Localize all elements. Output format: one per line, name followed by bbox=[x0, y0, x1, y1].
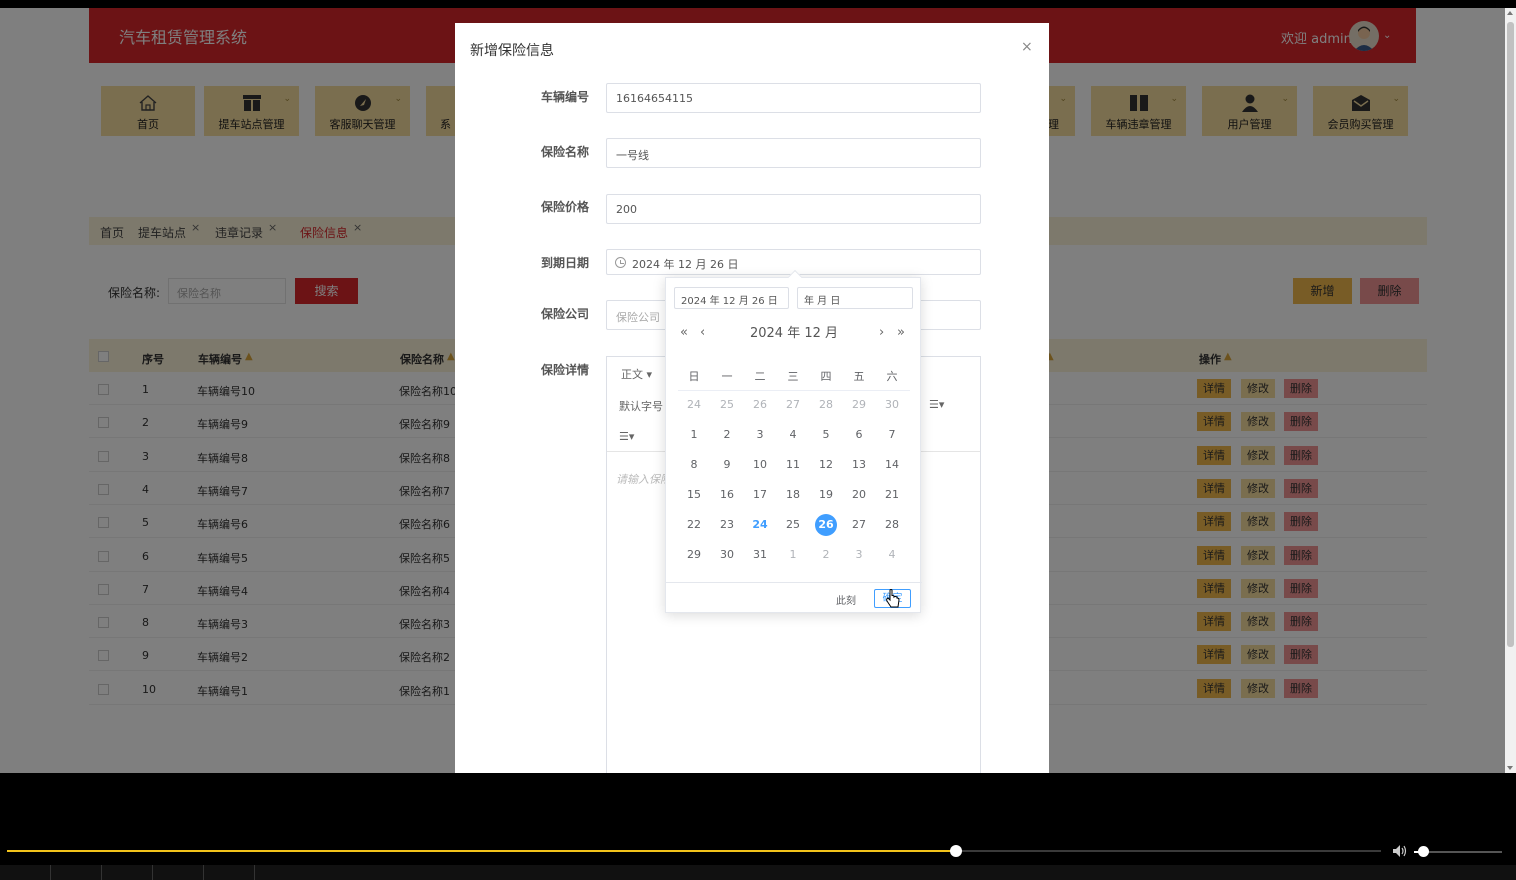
calendar-day[interactable]: 9 bbox=[716, 454, 738, 476]
calendar-day[interactable]: 28 bbox=[881, 514, 903, 536]
picker-date-input[interactable]: 2024 年 12 月 26 日 bbox=[674, 287, 789, 309]
weekday-label: 六 bbox=[886, 370, 898, 383]
paragraph-label: 正文 bbox=[621, 368, 643, 381]
calendar-day[interactable]: 7 bbox=[881, 424, 903, 446]
calendar-day[interactable]: 15 bbox=[683, 484, 705, 506]
calendar-day[interactable]: 30 bbox=[716, 544, 738, 566]
calendar-day[interactable]: 21 bbox=[881, 484, 903, 506]
calendar-day[interactable]: 19 bbox=[815, 484, 837, 506]
calendar-day[interactable]: 24 bbox=[749, 514, 771, 536]
align-icon[interactable]: ☰▾ bbox=[929, 398, 944, 411]
calendar-day[interactable]: 29 bbox=[848, 394, 870, 416]
calendar-day[interactable]: 1 bbox=[683, 424, 705, 446]
vehicle-no-label: 车辆编号 bbox=[540, 90, 589, 104]
editor-placeholder: 请输入保险 bbox=[616, 473, 671, 486]
volume-icon[interactable] bbox=[1392, 844, 1408, 858]
calendar-day[interactable]: 3 bbox=[749, 424, 771, 446]
progress-knob[interactable] bbox=[950, 845, 962, 857]
calendar-day[interactable]: 25 bbox=[782, 514, 804, 536]
weekday-label: 五 bbox=[853, 370, 865, 383]
now-button[interactable]: 此刻 bbox=[836, 592, 856, 607]
company-label: 保险公司 bbox=[540, 307, 589, 321]
calendar-day[interactable]: 14 bbox=[881, 454, 903, 476]
date-picker-popup: 2024 年 12 月 26 日 年 月 日 « ‹ 2024 年 12 月 ›… bbox=[665, 269, 922, 613]
price-label: 保险价格 bbox=[540, 200, 589, 214]
scroll-up-icon[interactable] bbox=[1507, 11, 1513, 15]
calendar-day[interactable]: 24 bbox=[683, 394, 705, 416]
calendar-day[interactable]: 22 bbox=[683, 514, 705, 536]
calendar-day[interactable]: 18 bbox=[782, 484, 804, 506]
calendar-day[interactable]: 4 bbox=[881, 544, 903, 566]
calendar-day[interactable]: 3 bbox=[848, 544, 870, 566]
details-label: 保险详情 bbox=[540, 363, 589, 377]
divider bbox=[666, 582, 922, 583]
page-scrollbar[interactable] bbox=[1505, 8, 1516, 773]
calendar-day[interactable]: 23 bbox=[716, 514, 738, 536]
insurance-name-label: 保险名称 bbox=[540, 145, 589, 159]
calendar-day[interactable]: 29 bbox=[683, 544, 705, 566]
progress-fill bbox=[7, 850, 956, 852]
calendar-day[interactable]: 2 bbox=[815, 544, 837, 566]
weekday-label: 四 bbox=[820, 370, 832, 383]
price-input[interactable]: 200 bbox=[606, 194, 981, 224]
volume-knob[interactable] bbox=[1418, 846, 1429, 857]
clock-icon bbox=[615, 257, 626, 268]
weekday-label: 一 bbox=[721, 370, 733, 383]
font-size-select[interactable]: 默认字号 bbox=[619, 398, 663, 414]
dialog-title: 新增保险信息 bbox=[470, 43, 554, 59]
calendar-day[interactable]: 8 bbox=[683, 454, 705, 476]
calendar-day[interactable]: 28 bbox=[815, 394, 837, 416]
calendar-day[interactable]: 26 bbox=[749, 394, 771, 416]
vehicle-no-input[interactable]: 16164654115 bbox=[606, 83, 981, 113]
calendar-day[interactable]: 31 bbox=[749, 544, 771, 566]
calendar-day[interactable]: 2 bbox=[716, 424, 738, 446]
mouse-cursor-icon bbox=[886, 589, 900, 608]
picker-time-input[interactable]: 年 月 日 bbox=[797, 287, 913, 309]
calendar-day[interactable]: 20 bbox=[848, 484, 870, 506]
calendar-day[interactable]: 13 bbox=[848, 454, 870, 476]
calendar-day[interactable]: 30 bbox=[881, 394, 903, 416]
weekday-label: 三 bbox=[787, 370, 799, 383]
calendar-day[interactable]: 27 bbox=[848, 514, 870, 536]
video-player-bar bbox=[0, 773, 1516, 880]
divider bbox=[678, 390, 910, 391]
weekday-label: 日 bbox=[688, 370, 700, 383]
next-month-icon[interactable]: › bbox=[879, 325, 884, 340]
calendar-day[interactable]: 4 bbox=[782, 424, 804, 446]
weekday-label: 二 bbox=[754, 370, 766, 383]
screen: 汽车租赁管理系统 欢迎 admin ⌄ 首页 提车站点管理 ⌄ 客服聊天管理 ⌄… bbox=[0, 0, 1516, 880]
paragraph-select[interactable]: 正文 ▾ bbox=[621, 366, 652, 382]
indent-icon[interactable]: ☰▾ bbox=[619, 430, 634, 443]
close-icon[interactable]: × bbox=[1021, 39, 1033, 55]
calendar-day[interactable]: 11 bbox=[782, 454, 804, 476]
insurance-name-input[interactable]: 一号线 bbox=[606, 138, 981, 168]
calendar-day[interactable]: 26 bbox=[815, 514, 837, 536]
next-year-icon[interactable]: » bbox=[897, 325, 905, 340]
scrollbar-thumb[interactable] bbox=[1507, 22, 1514, 647]
calendar-day[interactable]: 16 bbox=[716, 484, 738, 506]
calendar-day[interactable]: 10 bbox=[749, 454, 771, 476]
calendar-day[interactable]: 12 bbox=[815, 454, 837, 476]
expiry-label: 到期日期 bbox=[540, 256, 589, 270]
calendar-day[interactable]: 17 bbox=[749, 484, 771, 506]
bottom-tray bbox=[0, 865, 1516, 880]
calendar-day[interactable]: 25 bbox=[716, 394, 738, 416]
expiry-date-value: 2024 年 12 月 26 日 bbox=[632, 258, 739, 271]
calendar-day[interactable]: 27 bbox=[782, 394, 804, 416]
calendar-day[interactable]: 1 bbox=[782, 544, 804, 566]
calendar-day[interactable]: 5 bbox=[815, 424, 837, 446]
scroll-down-icon[interactable] bbox=[1507, 766, 1513, 770]
calendar-day[interactable]: 6 bbox=[848, 424, 870, 446]
